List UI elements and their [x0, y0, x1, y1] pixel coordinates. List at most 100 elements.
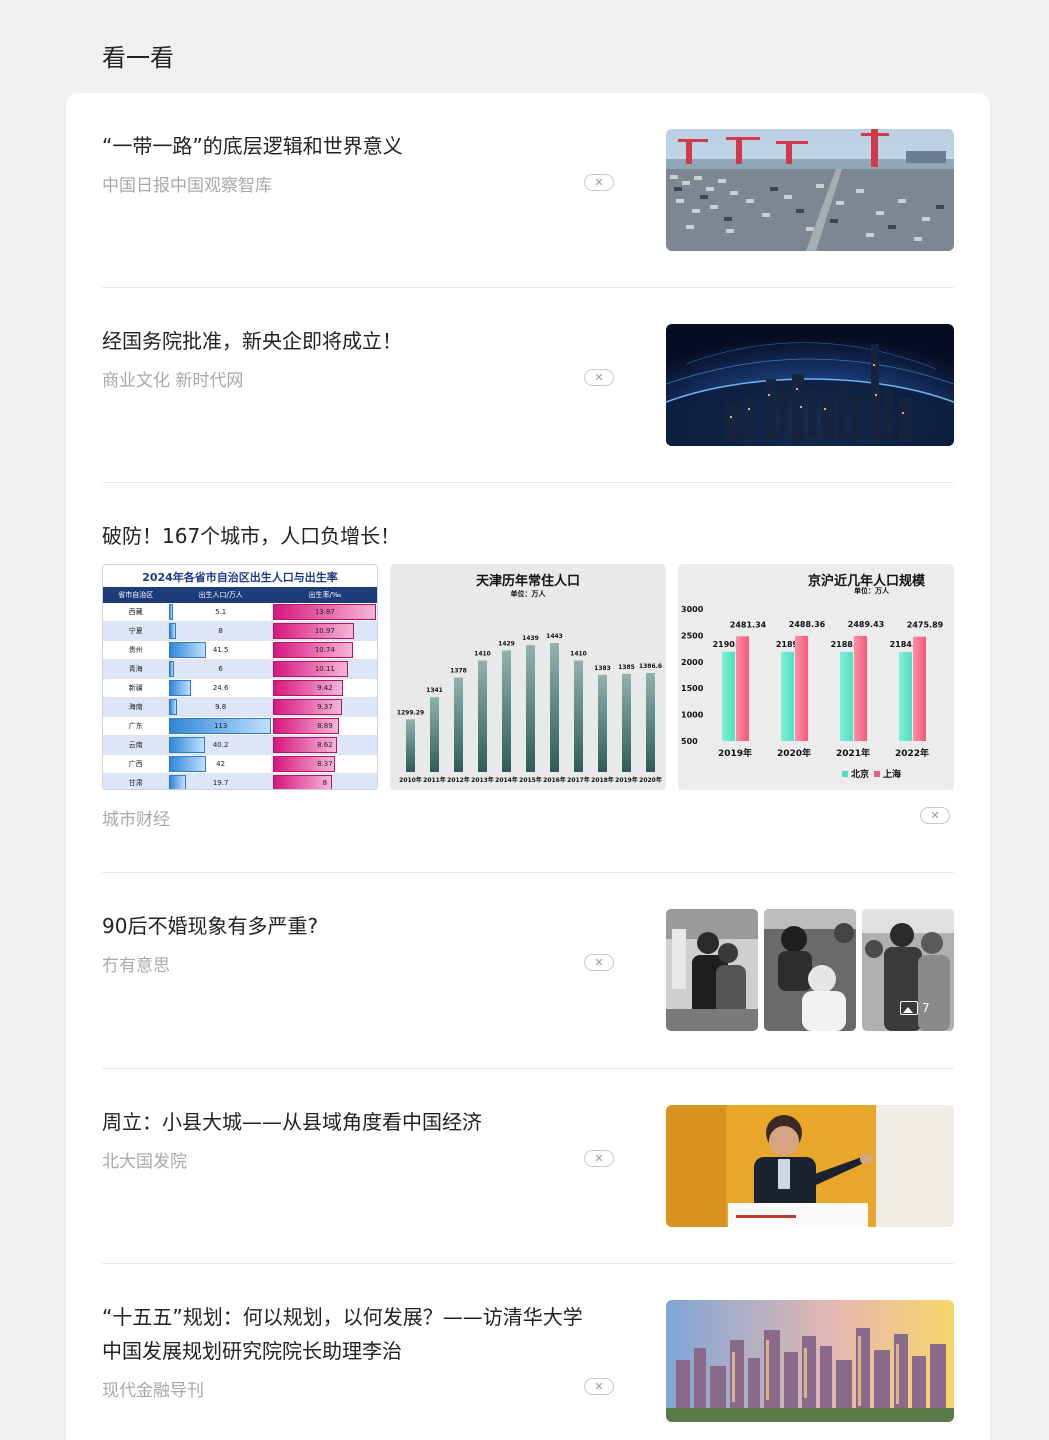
item-title[interactable]: 90后不婚现象有多严重? [102, 909, 622, 943]
data-label: 2489.43 [848, 620, 884, 629]
bar [622, 673, 631, 772]
chart-title: 2024年各省市自治区出生人口与出生率 [142, 571, 338, 584]
item-source: 现代金融导刊 [102, 1381, 204, 1401]
data-label: 1410 [570, 651, 587, 658]
table-cell-births: 5.1 [168, 603, 273, 621]
bar [646, 672, 655, 772]
table-cell-rate: 9.42 [272, 679, 377, 697]
item-title[interactable]: 破防！167个城市，人口负增长！ [102, 519, 622, 553]
rate-value: 10.11 [314, 665, 335, 673]
close-icon: ✕ [594, 176, 604, 189]
chart-birth-table[interactable]: 2024年各省市自治区出生人口与出生率 省市自治区 出生人口/万人 出生率/‰ … [102, 564, 378, 790]
births-value: 8 [218, 627, 223, 635]
table-body: 西藏 5.1 13.87 宁夏 8 10.97 贵州 41.5 10.74 青海 6 10.11 新疆 2… [103, 603, 377, 789]
births-value: 42 [216, 760, 226, 768]
rate-value: 8.37 [317, 760, 333, 768]
table-cell-region: 宁夏 [128, 627, 143, 635]
bar [598, 674, 607, 772]
tick-label: 2016年 [543, 776, 566, 784]
feed-item[interactable]: 90后不婚现象有多严重? 冇有意思 ✕ 7 [102, 909, 954, 1031]
dismiss-button[interactable]: ✕ [584, 1378, 614, 1395]
rate-value: 10.74 [314, 646, 335, 654]
feed-item[interactable]: “十五五”规划：何以规划，以何发展？——访清华大学 中国发展规划研究院院长助理李… [102, 1300, 954, 1430]
births-value: 24.6 [212, 684, 229, 692]
bar [550, 643, 559, 772]
data-label: 1299.29 [397, 709, 424, 716]
table-header: 省市自治区 出生人口/万人 出生率/‰ [103, 587, 377, 603]
rate-value: 8.62 [317, 741, 333, 749]
x-tick-label: 2020年 [777, 747, 811, 759]
table-cell-births: 9.8 [168, 698, 273, 716]
item-title[interactable]: “十五五”规划：何以规划，以何发展？——访清华大学 中国发展规划研究院院长助理李… [102, 1300, 642, 1368]
table-cell-births: 40.2 [168, 736, 273, 754]
feed-item[interactable]: 破防！167个城市，人口负增长！ 2024年各省市自治区出生人口与出生率 省市自… [102, 519, 954, 849]
dismiss-button[interactable]: ✕ [584, 174, 614, 191]
data-label: 1429 [498, 640, 515, 647]
table-cell-region: 西藏 [128, 608, 143, 616]
bar [430, 697, 439, 772]
feed-item[interactable]: 周立：小县大城——从县域角度看中国经济 北大国发院 ✕ [102, 1105, 954, 1227]
table-cell-births: 19.7 [168, 774, 273, 789]
dismiss-button[interactable]: ✕ [584, 954, 614, 971]
y-tick-label: 2500 [681, 631, 704, 640]
table-header-cell: 出生率/‰ [308, 591, 342, 599]
feed-item[interactable]: 经国务院批准，新央企即将成立！ 商业文化 新时代网 ✕ [102, 324, 954, 446]
dismiss-button[interactable]: ✕ [920, 807, 950, 824]
item-thumbnail[interactable]: 7 [862, 909, 954, 1031]
chart-bj-sh-population[interactable]: 京沪近几年人口规模 单位：万人 3000 2500 2000 1500 1000 500 2… [678, 564, 954, 790]
bar-北京 [781, 651, 794, 741]
chart-tianjin-population[interactable]: 天津历年常住人口 单位：万人 1299.29 2010年 1341 2011年 1378… [390, 564, 666, 790]
bar-上海 [795, 636, 808, 741]
x-tick-label: 2022年 [895, 747, 929, 759]
legend-swatch [874, 771, 880, 777]
divider [102, 482, 954, 483]
item-thumbnail[interactable] [764, 909, 856, 1031]
item-title[interactable]: 经国务院批准，新央企即将成立！ [102, 324, 622, 358]
legend-label: 北京 [851, 768, 869, 780]
feed-item[interactable]: “一带一路”的底层逻辑和世界意义 中国日报中国观察智库 ✕ [102, 129, 954, 251]
item-thumbnail[interactable] [666, 129, 954, 251]
tick-label: 2020年 [639, 776, 662, 784]
item-title[interactable]: “一带一路”的底层逻辑和世界意义 [102, 129, 622, 163]
dismiss-button[interactable]: ✕ [584, 369, 614, 386]
data-label: 1439 [522, 635, 539, 642]
table-cell-region: 广西 [128, 760, 143, 768]
item-source: 商业文化 新时代网 [102, 371, 244, 391]
item-thumbnail[interactable] [666, 1105, 954, 1227]
table-cell-region: 青海 [128, 665, 143, 673]
item-source: 中国日报中国观察智库 [102, 176, 272, 196]
data-label: 1383 [594, 665, 611, 672]
bar-北京 [840, 651, 853, 741]
table-row: 广东 113 8.89 [103, 717, 377, 736]
tick-label: 2017年 [567, 776, 590, 784]
births-value: 19.7 [212, 779, 229, 787]
data-label: 2475.89 [907, 621, 944, 630]
data-label: 1378 [450, 668, 467, 675]
rate-value: 8 [322, 779, 328, 787]
table-cell-region: 甘肃 [128, 779, 143, 787]
item-title[interactable]: 周立：小县大城——从县域角度看中国经济 [102, 1105, 622, 1139]
gallery-icon [900, 1001, 918, 1015]
item-thumbnail[interactable] [666, 324, 954, 446]
births-value: 113 [213, 722, 228, 730]
item-thumbnail[interactable] [666, 1300, 954, 1422]
tick-label: 2012年 [447, 776, 470, 784]
table-cell-rate: 8.89 [272, 717, 377, 735]
rate-value: 8.89 [317, 722, 333, 730]
item-thumbnail[interactable] [666, 909, 758, 1031]
chart-plot: 300025002000150010005002190.12481.342019… [681, 605, 944, 780]
table-row: 新疆 24.6 9.42 [103, 679, 377, 698]
table-cell-region: 贵州 [128, 646, 143, 654]
bar-北京 [722, 651, 735, 741]
page-title: 看一看 [102, 44, 174, 72]
divider [102, 1068, 954, 1069]
data-label: 1385 [618, 664, 635, 671]
dismiss-button[interactable]: ✕ [584, 1150, 614, 1167]
table-row: 西藏 5.1 13.87 [103, 603, 377, 622]
table-cell-births: 42 [168, 755, 273, 773]
births-value: 41.5 [212, 646, 229, 654]
bar [574, 660, 583, 772]
y-tick-label: 1500 [681, 684, 704, 693]
divider [102, 872, 954, 873]
tick-label: 2011年 [423, 776, 446, 784]
